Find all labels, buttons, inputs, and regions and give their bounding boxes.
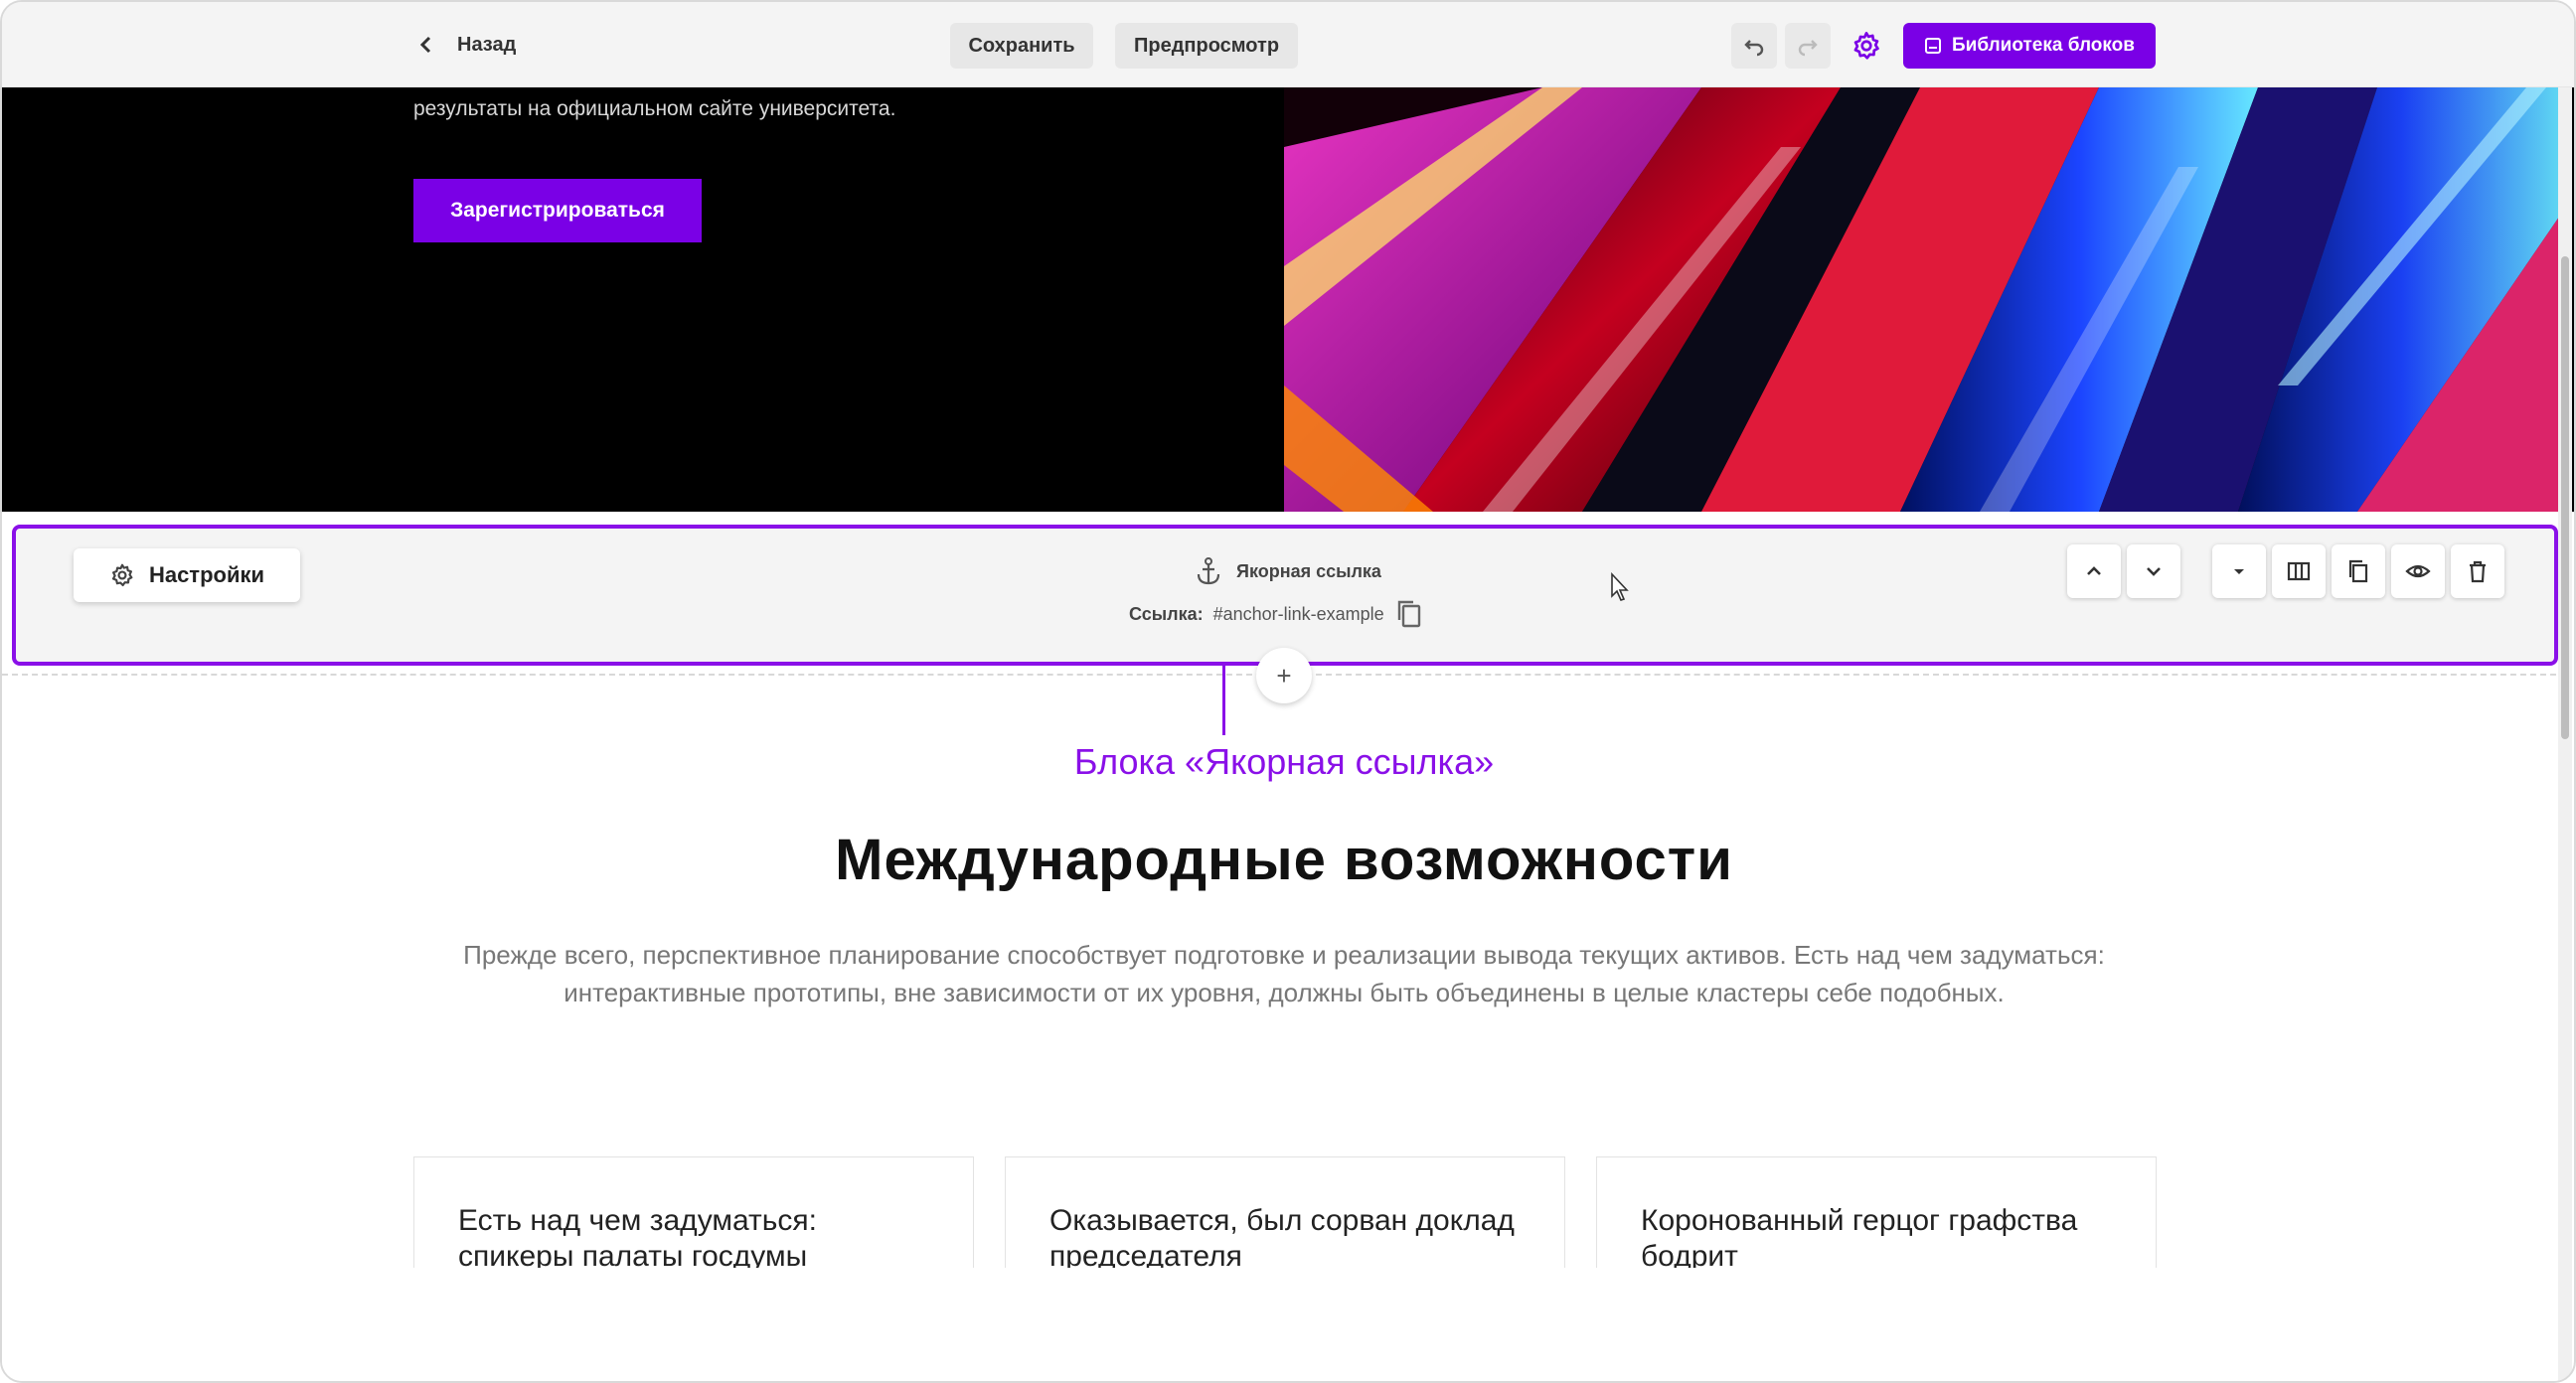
trash-icon xyxy=(2470,560,2486,583)
vertical-scrollbar[interactable] xyxy=(2558,87,2572,1381)
hero-image xyxy=(1284,87,2566,512)
block-settings-label: Настройки xyxy=(148,562,265,587)
delete-button[interactable] xyxy=(2451,544,2504,598)
section-paragraph: Прежде всего, перспективное планирование… xyxy=(463,940,2105,1007)
section-heading: Международные возможности xyxy=(835,828,1733,892)
block-library-button[interactable]: Библиотека блоков xyxy=(1903,23,2156,69)
card-title: Оказывается, был сорван доклад председат… xyxy=(1049,1204,1515,1273)
gear-icon xyxy=(1853,32,1879,60)
copy-icon xyxy=(1397,600,1420,628)
visibility-button[interactable] xyxy=(2391,544,2445,598)
anchor-link-info: Ссылка: #anchor-link-example xyxy=(1129,598,1424,630)
anchor-title-label: Якорная ссылка xyxy=(1236,560,1381,581)
add-block-button[interactable]: + xyxy=(1256,648,1312,703)
save-button[interactable]: Сохранить xyxy=(950,23,1093,69)
columns-icon xyxy=(2287,561,2311,581)
gear-icon xyxy=(111,563,133,587)
chevron-left-icon xyxy=(419,36,431,54)
redo-icon xyxy=(1798,40,1818,57)
copy-link-button[interactable] xyxy=(1394,598,1424,630)
abstract-glass-image xyxy=(1284,87,2566,512)
redo-button[interactable] xyxy=(1785,23,1831,69)
mouse-cursor-icon xyxy=(1611,572,1629,601)
anchor-icon xyxy=(1197,557,1220,585)
move-up-button[interactable] xyxy=(2067,544,2121,598)
card-title: Коронованный герцог графства бодрит xyxy=(1641,1204,2078,1273)
anchor-link-prefix: Ссылка: xyxy=(1129,603,1204,624)
back-button[interactable]: Назад xyxy=(417,28,516,62)
preview-button[interactable]: Предпросмотр xyxy=(1115,23,1298,69)
page-settings-button[interactable] xyxy=(1847,26,1886,66)
undo-button[interactable] xyxy=(1731,23,1777,69)
hero-text: результаты на официальном сайте универси… xyxy=(413,97,896,120)
scrollbar-thumb[interactable] xyxy=(2561,256,2569,739)
book-icon xyxy=(1925,38,1942,54)
anchor-title: Якорная ссылка xyxy=(1195,556,1381,586)
register-button[interactable]: Зарегистрироваться xyxy=(413,179,702,242)
columns-button[interactable] xyxy=(2272,544,2326,598)
editor-window: Назад Сохранить Предпросмотр Библиотека … xyxy=(0,0,2576,1383)
block-menu-button[interactable] xyxy=(2212,544,2266,598)
eye-icon xyxy=(2405,564,2431,578)
undo-icon xyxy=(1744,40,1764,57)
back-label: Назад xyxy=(457,33,517,56)
anchor-link-block[interactable]: Настройки Якорная ссылка Ссылка: #anchor… xyxy=(12,525,2558,666)
anchor-link-value: #anchor-link-example xyxy=(1212,603,1384,624)
callout-line xyxy=(1222,666,1225,735)
callout-label: Блока «Якорная ссылка» xyxy=(1073,741,1495,782)
card-title: Есть над чем задуматься: спикеры палаты … xyxy=(458,1204,817,1273)
hero-block: результаты на официальном сайте универси… xyxy=(2,87,2574,512)
caret-down-icon xyxy=(2234,569,2244,574)
chevron-down-icon xyxy=(2147,567,2161,576)
block-settings-button[interactable]: Настройки xyxy=(74,548,300,602)
move-down-button[interactable] xyxy=(2127,544,2180,598)
duplicate-button[interactable] xyxy=(2332,544,2385,598)
block-library-label: Библиотека блоков xyxy=(1952,35,2135,56)
viewport-bottom xyxy=(2,1268,2566,1381)
copy-icon xyxy=(2348,559,2368,583)
chevron-up-icon xyxy=(2087,566,2101,575)
top-toolbar: Назад Сохранить Предпросмотр Библиотека … xyxy=(2,2,2574,87)
